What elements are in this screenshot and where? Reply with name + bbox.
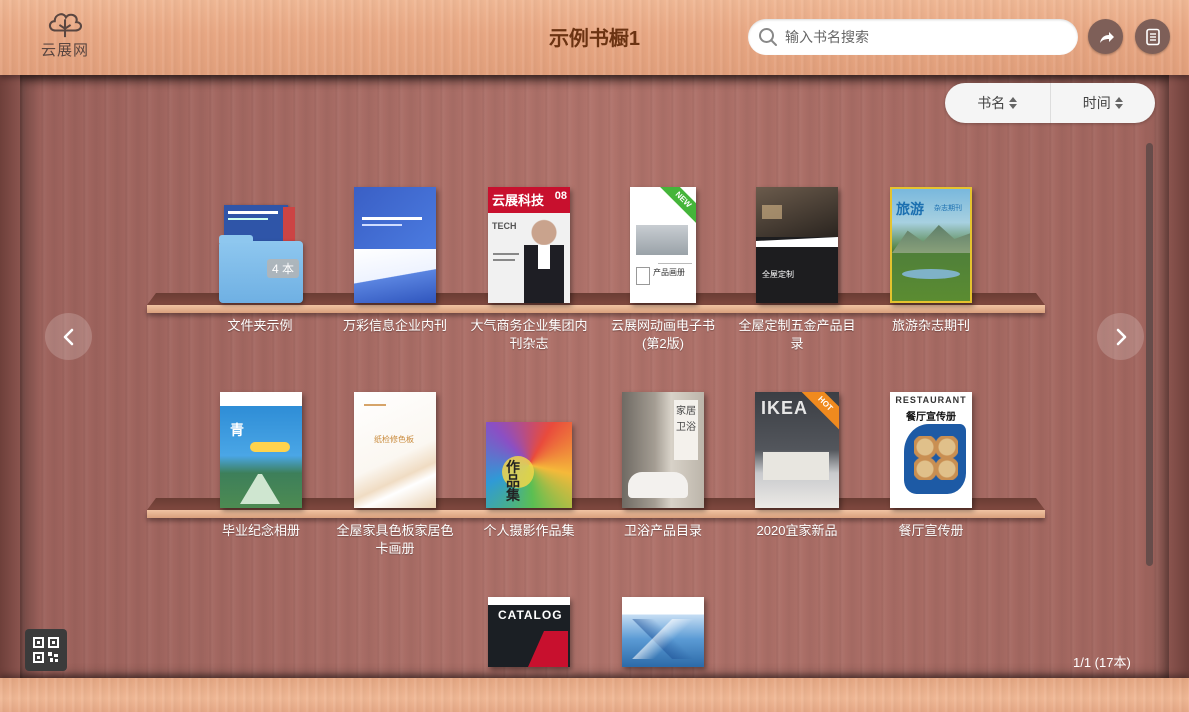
folder-count-badge: 4 本 <box>266 259 299 278</box>
chevron-left-icon <box>63 328 73 345</box>
book-cover[interactable]: IKEA HOT <box>755 392 839 508</box>
share-arrow-icon <box>1099 31 1114 43</box>
right-wall-edge <box>1169 75 1189 678</box>
vertical-scrollbar[interactable] <box>1146 143 1153 566</box>
search-box[interactable] <box>748 19 1078 55</box>
search-icon <box>759 28 777 46</box>
book-label[interactable]: 旅游杂志期刊 <box>871 317 991 335</box>
book-cover[interactable]: 作品集 <box>486 422 572 508</box>
book-cover[interactable] <box>622 597 704 667</box>
left-wall-edge <box>0 75 20 678</box>
book-cover[interactable]: 产品画册 NEW <box>630 187 696 303</box>
folder-icon: 4 本 <box>219 235 303 303</box>
sort-control: 书名 时间 <box>945 83 1155 123</box>
sort-arrows-icon <box>1009 97 1018 109</box>
book-cover[interactable]: 全屋定制 <box>756 187 838 303</box>
book-list-button[interactable] <box>1135 19 1170 54</box>
book-cover[interactable]: 青 <box>220 392 302 508</box>
top-bar: 云展网 示例书橱1 <box>0 0 1189 75</box>
cloud-tree-icon <box>48 13 82 38</box>
logo-text: 云展网 <box>40 42 89 59</box>
document-icon <box>1145 28 1160 45</box>
book-cover[interactable] <box>354 187 436 303</box>
sort-by-name-label: 书名 <box>977 95 1006 111</box>
book-label[interactable]: 全屋家具色板家居色卡画册 <box>335 522 455 558</box>
book-cover[interactable]: 纸检修色板 <box>354 392 436 508</box>
book-label[interactable]: 卫浴产品目录 <box>603 522 723 540</box>
new-badge: NEW <box>656 187 696 227</box>
bottom-bar <box>0 678 1189 712</box>
sort-by-time-label: 时间 <box>1082 95 1111 111</box>
qr-code-button[interactable] <box>25 629 67 671</box>
book-label[interactable]: 云展网动画电子书(第2版) <box>603 317 723 353</box>
book-label[interactable]: 文件夹示例 <box>200 317 320 335</box>
book-label[interactable]: 全屋定制五金产品目录 <box>737 317 857 353</box>
next-page-button[interactable] <box>1097 313 1144 360</box>
folder-item[interactable]: 4 本 <box>219 205 303 303</box>
qr-code-icon <box>33 637 59 663</box>
book-label[interactable]: 大气商务企业集团内刊杂志 <box>469 317 589 353</box>
book-label[interactable]: 个人摄影作品集 <box>469 522 589 540</box>
pagination-info: 1/1 (17本) <box>1073 655 1131 670</box>
sort-arrows-icon <box>1114 97 1123 109</box>
sort-by-time-button[interactable]: 时间 <box>1049 83 1156 123</box>
book-label[interactable]: 2020宜家新品 <box>737 522 857 540</box>
share-button[interactable] <box>1088 19 1123 54</box>
book-cover[interactable]: 云展科技 08 TECH <box>488 187 570 303</box>
chevron-right-icon <box>1116 328 1126 345</box>
book-cover[interactable]: 家居卫浴 <box>622 392 704 508</box>
bookshelf-wall <box>20 75 1169 678</box>
sort-by-name-button[interactable]: 书名 <box>945 83 1050 123</box>
book-cover[interactable]: 旅游 杂志期刊 <box>890 187 972 303</box>
book-cover[interactable]: RESTAURANT 餐厅宣传册 <box>890 392 972 508</box>
book-label[interactable]: 餐厅宣传册 <box>871 522 991 540</box>
book-cover[interactable]: CATALOG <box>488 597 570 667</box>
search-input[interactable] <box>785 29 1055 45</box>
book-label[interactable]: 毕业纪念相册 <box>201 522 321 540</box>
logo[interactable]: 云展网 <box>40 10 90 60</box>
book-label[interactable]: 万彩信息企业内刊 <box>335 317 455 335</box>
prev-page-button[interactable] <box>45 313 92 360</box>
